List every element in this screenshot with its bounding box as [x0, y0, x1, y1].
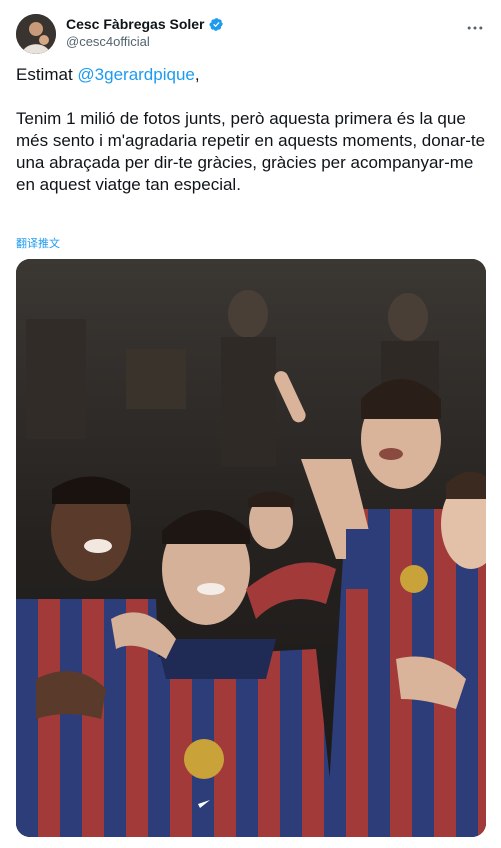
verified-badge-icon [208, 17, 223, 31]
user-info: Cesc Fàbregas Soler @cesc4official [66, 16, 224, 49]
tweet-body: Tenim 1 milió de fotos junts, però aques… [16, 109, 486, 194]
greeting-suffix: , [194, 65, 200, 84]
translate-tweet-link[interactable]: 翻译推文 [16, 235, 60, 251]
display-name[interactable]: Cesc Fàbregas Soler [66, 16, 205, 32]
tweet-text: Estimat @3gerardpique, Tenim 1 milió de … [16, 64, 486, 196]
user-handle[interactable]: @cesc4official [66, 34, 224, 49]
tweet-header: Cesc Fàbregas Soler @cesc4official [16, 14, 487, 58]
mention-link[interactable]: @3gerardpique [77, 65, 194, 84]
greeting-prefix: Estimat [16, 65, 78, 84]
more-options-icon[interactable] [465, 18, 485, 38]
tweet-photo[interactable] [16, 259, 486, 837]
tweet-greeting: Estimat @3gerardpique, [16, 64, 486, 86]
avatar[interactable] [16, 14, 56, 54]
